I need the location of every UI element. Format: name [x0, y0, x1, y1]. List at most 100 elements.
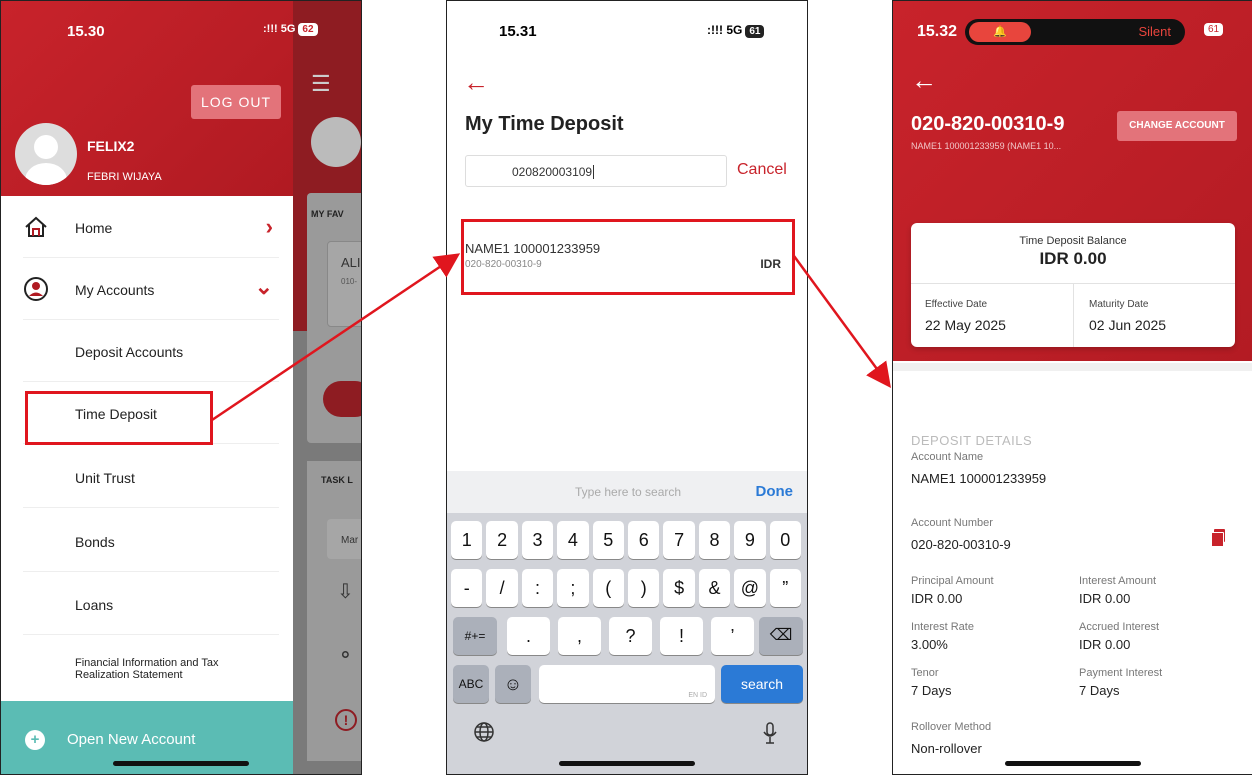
key[interactable]: 8	[698, 521, 731, 559]
logout-button[interactable]: LOG OUT	[191, 85, 281, 119]
menu-item-my-accounts[interactable]: My Accounts ⌄	[1, 258, 293, 320]
done-button[interactable]: Done	[756, 483, 794, 500]
status-time: 15.30	[67, 23, 105, 40]
maturity-date-value: 02 Jun 2025	[1089, 317, 1167, 333]
key[interactable]: !	[660, 617, 703, 655]
silent-label: Silent	[1138, 24, 1171, 39]
arrow-search-to-detail	[792, 255, 891, 389]
key[interactable]: ?	[609, 617, 652, 655]
account-name-value: NAME1 100001233959	[911, 471, 1047, 486]
back-arrow-icon[interactable]: ←	[463, 67, 489, 98]
cancel-button[interactable]: Cancel	[737, 161, 787, 179]
user-name: FELIX2	[87, 138, 135, 154]
principal-amount-label: Principal Amount	[911, 575, 994, 587]
account-number-title: 020-820-00310-9	[911, 113, 1065, 135]
accrued-interest-value: IDR 0.00	[1079, 637, 1131, 652]
key[interactable]: ;	[557, 569, 589, 607]
menu-item-home[interactable]: Home ›	[1, 196, 293, 258]
hamburger-icon: ☰	[311, 71, 331, 96]
alert-icon: !	[335, 709, 357, 731]
key[interactable]: 2	[486, 521, 518, 559]
key[interactable]: 5	[592, 521, 624, 559]
search-input[interactable]: 020820003109	[465, 155, 727, 187]
chevron-right-icon: ›	[265, 214, 273, 239]
menu-item-loans[interactable]: Loans	[1, 573, 293, 635]
home-indicator	[559, 761, 695, 766]
interest-amount-value: IDR 0.00	[1079, 591, 1131, 606]
bell-icon: 🔔	[969, 22, 1031, 42]
key[interactable]: 9	[734, 521, 766, 559]
balance-value: IDR 0.00	[1039, 249, 1107, 268]
side-drawer: 15.30 LOG OUT FELIX2 FEBRI WIJAYA Home ›…	[1, 1, 293, 774]
plus-icon: +	[25, 730, 45, 750]
globe-icon[interactable]	[473, 721, 495, 749]
highlight-box	[25, 391, 213, 445]
accrued-interest-label: Accrued Interest	[1079, 621, 1160, 633]
symbols-key[interactable]: #+=	[453, 617, 497, 655]
highlight-box	[461, 219, 795, 295]
key[interactable]: 0	[769, 521, 801, 559]
menu-item-bonds[interactable]: Bonds	[1, 510, 293, 572]
key[interactable]: 4	[557, 521, 589, 559]
key[interactable]: :	[521, 569, 554, 607]
tenor-label: Tenor	[911, 667, 939, 679]
menu-item-deposit-accounts[interactable]: Deposit Accounts	[1, 320, 293, 382]
task-list-label: TASK L	[321, 475, 353, 485]
status-time: 15.31	[499, 23, 537, 40]
section-title: DEPOSIT DETAILS	[911, 433, 1033, 448]
user-fullname: FEBRI WIJAYA	[87, 171, 162, 183]
emoji-icon[interactable]: ☺	[495, 665, 531, 703]
key[interactable]: ,	[558, 617, 601, 655]
rollover-method-value: Non-rollover	[911, 741, 982, 756]
key[interactable]: 1	[451, 521, 483, 559]
key[interactable]: $	[663, 569, 695, 607]
payment-interest-label: Payment Interest	[1079, 667, 1163, 679]
balance-label: Time Deposit Balance	[1019, 235, 1127, 247]
tenor-value: 7 Days	[911, 683, 952, 698]
key[interactable]: &	[698, 569, 731, 607]
menu-item-unit-trust[interactable]: Unit Trust	[1, 446, 293, 508]
avatar	[15, 123, 77, 185]
home-indicator	[113, 761, 249, 766]
download-icon: ⇩	[337, 581, 354, 603]
key[interactable]: 7	[663, 521, 695, 559]
search-key[interactable]: search	[721, 665, 803, 703]
key[interactable]: 3	[521, 521, 554, 559]
account-subtitle: NAME1 100001233959 (NAME1 10...	[911, 141, 1062, 151]
account-name-label: Account Name	[911, 451, 984, 463]
copy-icon[interactable]	[1211, 529, 1225, 547]
balance-card: Time Deposit Balance IDR 0.00 Effective …	[911, 223, 1235, 347]
user-circle-icon	[23, 276, 49, 302]
back-arrow-icon[interactable]: ←	[911, 65, 937, 96]
space-key[interactable]: EN ID	[539, 665, 715, 703]
principal-amount-value: IDR 0.00	[911, 591, 963, 606]
key[interactable]: /	[486, 569, 518, 607]
status-bar: 15.30	[1, 1, 293, 51]
phone-menu-screen: ☰ MY FAV ALI 010- TASK L Mar ⇩ ⚬ ! 15.30…	[0, 0, 362, 775]
key[interactable]: @	[734, 569, 766, 607]
abc-key[interactable]: ABC	[453, 665, 489, 703]
flow-icon: ⚬	[337, 645, 354, 667]
phone-detail-screen: 15.32 🔔 Silent 61 ← 020-820-00310-9 NAME…	[892, 0, 1252, 775]
key[interactable]: .	[507, 617, 550, 655]
effective-date-value: 22 May 2025	[925, 317, 1006, 333]
phone-search-screen: 15.31 :!!! 5G 61 ← My Time Deposit 020820…	[446, 0, 808, 775]
key[interactable]: ’	[711, 617, 754, 655]
key[interactable]: (	[592, 569, 624, 607]
key[interactable]: -	[451, 569, 483, 607]
backspace-icon[interactable]: ⌫	[759, 617, 803, 655]
payment-interest-value: 7 Days	[1079, 683, 1120, 698]
interest-rate-value: 3.00%	[911, 637, 948, 652]
microphone-icon[interactable]	[761, 721, 779, 750]
key[interactable]: )	[628, 569, 660, 607]
status-battery: 61	[1204, 23, 1224, 36]
menu-item-financial-information[interactable]: Financial Information and Tax Realizatio…	[1, 637, 293, 699]
interest-rate-label: Interest Rate	[911, 621, 974, 633]
key[interactable]: ”	[769, 569, 801, 607]
change-account-button[interactable]: CHANGE ACCOUNT	[1117, 111, 1237, 141]
key[interactable]: 6	[628, 521, 660, 559]
effective-date-label: Effective Date	[925, 299, 988, 310]
favorites-label: MY FAV	[311, 209, 344, 219]
page-title: My Time Deposit	[465, 113, 624, 135]
keyboard: Type here to search Done 1234567890 - /:;…	[447, 471, 807, 774]
